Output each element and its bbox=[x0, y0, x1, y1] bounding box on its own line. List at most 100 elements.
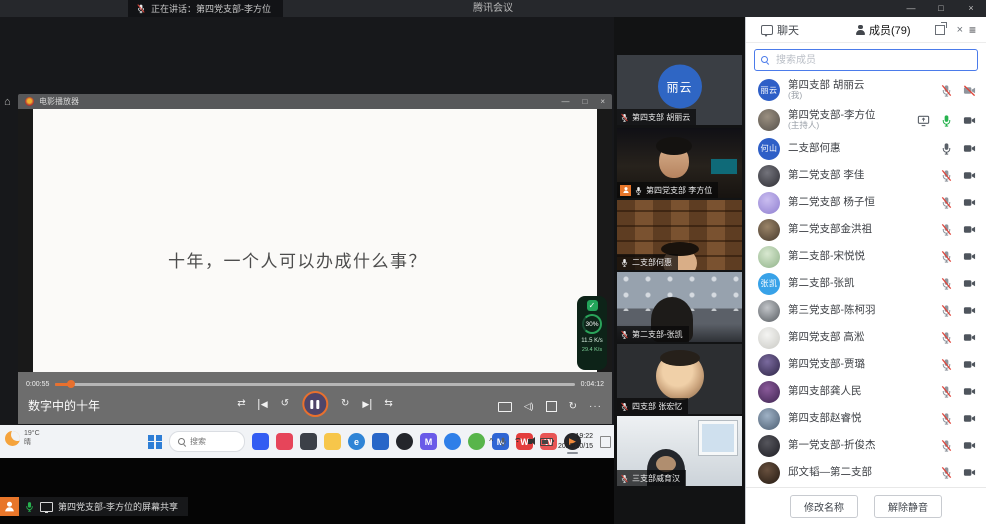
camera-icon[interactable] bbox=[963, 358, 976, 371]
next-icon[interactable]: ▶ bbox=[362, 399, 371, 410]
mic-icon[interactable] bbox=[940, 223, 953, 236]
start-button[interactable] bbox=[148, 435, 162, 449]
panel-menu-icon[interactable]: ≡ bbox=[969, 23, 976, 37]
member-row[interactable]: 第四支部龚人民 bbox=[746, 378, 986, 405]
blue-compass-icon[interactable] bbox=[444, 433, 461, 450]
edge-browser-icon[interactable]: e bbox=[348, 433, 365, 450]
dark-laptop-icon[interactable] bbox=[300, 433, 317, 450]
clock[interactable]: 19:22 2023/10/15 bbox=[558, 432, 593, 451]
camera-icon[interactable] bbox=[963, 466, 976, 479]
member-row[interactable]: 第一党支部-折俊杰 bbox=[746, 432, 986, 459]
mic-icon[interactable] bbox=[940, 331, 953, 344]
tab-chat[interactable]: 聊天 bbox=[761, 22, 799, 38]
seek-track[interactable] bbox=[55, 383, 574, 386]
rename-button[interactable]: 修改名称 bbox=[790, 495, 858, 518]
camera-icon[interactable] bbox=[963, 142, 976, 155]
mic-icon[interactable] bbox=[940, 412, 953, 425]
video-thumbnail[interactable]: 四支部 张宏忆 bbox=[617, 344, 742, 414]
wifi-icon[interactable] bbox=[513, 438, 523, 446]
camera-icon[interactable] bbox=[963, 412, 976, 425]
previous-icon[interactable]: ◀ bbox=[259, 399, 268, 410]
member-row[interactable]: 邱文韬—第二支部 bbox=[746, 459, 986, 486]
member-row[interactable]: 第二党支部 杨子恒 bbox=[746, 189, 986, 216]
camera-icon[interactable] bbox=[963, 84, 976, 97]
mic-icon[interactable] bbox=[940, 84, 953, 97]
tray-mic-icon[interactable] bbox=[498, 435, 508, 448]
dark-sphere-icon[interactable] bbox=[396, 433, 413, 450]
member-row[interactable]: 第四支部赵睿悦 bbox=[746, 405, 986, 432]
forward-icon[interactable]: ↻ bbox=[341, 399, 349, 409]
camera-icon[interactable] bbox=[963, 223, 976, 236]
mic-icon[interactable] bbox=[940, 196, 953, 209]
seek-knob[interactable] bbox=[67, 380, 75, 388]
subtitle-icon[interactable] bbox=[498, 402, 512, 412]
tray-expand-icon[interactable]: ^ bbox=[489, 437, 493, 446]
mic-icon[interactable] bbox=[940, 114, 953, 127]
popout-panel-icon[interactable] bbox=[935, 25, 945, 35]
video-thumbnail[interactable]: 丽云 第四支部 胡丽云 bbox=[617, 55, 742, 125]
shuffle-icon[interactable]: ⇄ bbox=[237, 399, 245, 409]
member-row[interactable]: 第二党支部 李佳 bbox=[746, 162, 986, 189]
video-thumbnail[interactable]: 第四党支部 李方位 bbox=[617, 128, 742, 198]
camera-icon[interactable] bbox=[963, 114, 976, 127]
camera-icon[interactable] bbox=[963, 385, 976, 398]
member-row[interactable]: 第二党支部金洪祖 bbox=[746, 216, 986, 243]
notification-center-icon[interactable] bbox=[600, 436, 611, 448]
ms-store-icon[interactable] bbox=[372, 433, 389, 450]
member-search-input[interactable] bbox=[774, 54, 971, 67]
battery-icon[interactable] bbox=[540, 438, 553, 446]
member-row[interactable]: 何山二支部何惠 bbox=[746, 135, 986, 162]
mic-icon[interactable] bbox=[940, 466, 953, 479]
pause-button[interactable] bbox=[302, 391, 328, 417]
unmute-button[interactable]: 解除静音 bbox=[874, 495, 942, 518]
member-row[interactable]: 张凯第二支部-张凯 bbox=[746, 270, 986, 297]
mic-icon[interactable] bbox=[940, 304, 953, 317]
player-close-icon[interactable]: × bbox=[600, 94, 605, 109]
rewind-icon[interactable]: ↺ bbox=[281, 399, 289, 409]
mic-icon[interactable] bbox=[940, 250, 953, 263]
player-maximize-icon[interactable]: □ bbox=[582, 94, 587, 109]
weather-widget[interactable]: 19°C 晴 bbox=[5, 429, 40, 448]
camera-icon[interactable] bbox=[963, 331, 976, 344]
camera-icon[interactable] bbox=[963, 304, 976, 317]
feishu-icon[interactable] bbox=[252, 433, 269, 450]
speaker-icon[interactable] bbox=[528, 439, 532, 444]
network-speed-widget[interactable]: ✓ 30% 11.5 K/s29.4 K/s bbox=[577, 296, 607, 370]
camera-icon[interactable] bbox=[963, 439, 976, 452]
minimize-icon[interactable]: — bbox=[896, 0, 926, 17]
folder-icon[interactable] bbox=[324, 433, 341, 450]
purple-m-icon[interactable]: M bbox=[420, 433, 437, 450]
player-titlebar[interactable]: 电影播放器 — □ × bbox=[18, 94, 612, 109]
mic-icon[interactable] bbox=[940, 277, 953, 290]
red-app-icon[interactable] bbox=[276, 433, 293, 450]
mic-icon[interactable] bbox=[940, 169, 953, 182]
member-row[interactable]: 第二支部-宋悦悦 bbox=[746, 243, 986, 270]
member-row[interactable]: 丽云第四支部 胡丽云(我) bbox=[746, 75, 986, 105]
loop-icon[interactable]: ⇆ bbox=[384, 399, 392, 409]
screen-share-icon[interactable] bbox=[917, 114, 930, 127]
volume-icon[interactable]: ◁) bbox=[524, 401, 534, 412]
member-search-box[interactable] bbox=[754, 49, 978, 71]
player-home-icon[interactable]: ⌂ bbox=[4, 96, 11, 108]
screen-share-banner[interactable]: 第四党支部-李方位的屏幕共享 bbox=[0, 497, 188, 516]
camera-icon[interactable] bbox=[963, 250, 976, 263]
video-thumbnail[interactable]: 二支部何惠 bbox=[617, 200, 742, 270]
video-thumbnail[interactable]: 第二支部-张凯 bbox=[617, 272, 742, 342]
camera-icon[interactable] bbox=[963, 196, 976, 209]
member-row[interactable]: 第四党支部-李方位(主持人) bbox=[746, 105, 986, 135]
video-thumbnail[interactable]: 三支部威育汉 bbox=[617, 416, 742, 486]
camera-icon[interactable] bbox=[963, 169, 976, 182]
mic-icon[interactable] bbox=[940, 142, 953, 155]
close-panel-icon[interactable]: × bbox=[957, 24, 963, 36]
more-options-icon[interactable]: ··· bbox=[589, 401, 602, 412]
member-row[interactable]: 第三党支部-陈柯羽 bbox=[746, 297, 986, 324]
member-row[interactable]: 第四党支部 高淞 bbox=[746, 324, 986, 351]
rotate-icon[interactable]: ↻ bbox=[569, 401, 577, 412]
seek-bar[interactable]: 0:00:55 0:04:12 bbox=[26, 379, 604, 389]
fullscreen-icon[interactable] bbox=[546, 401, 557, 412]
video-frame[interactable]: 十年，一个人可以办成什么事？ bbox=[33, 109, 597, 372]
camera-icon[interactable] bbox=[963, 277, 976, 290]
taskbar-search[interactable]: 搜索 bbox=[169, 431, 245, 452]
mic-icon[interactable] bbox=[940, 385, 953, 398]
mic-icon[interactable] bbox=[940, 358, 953, 371]
